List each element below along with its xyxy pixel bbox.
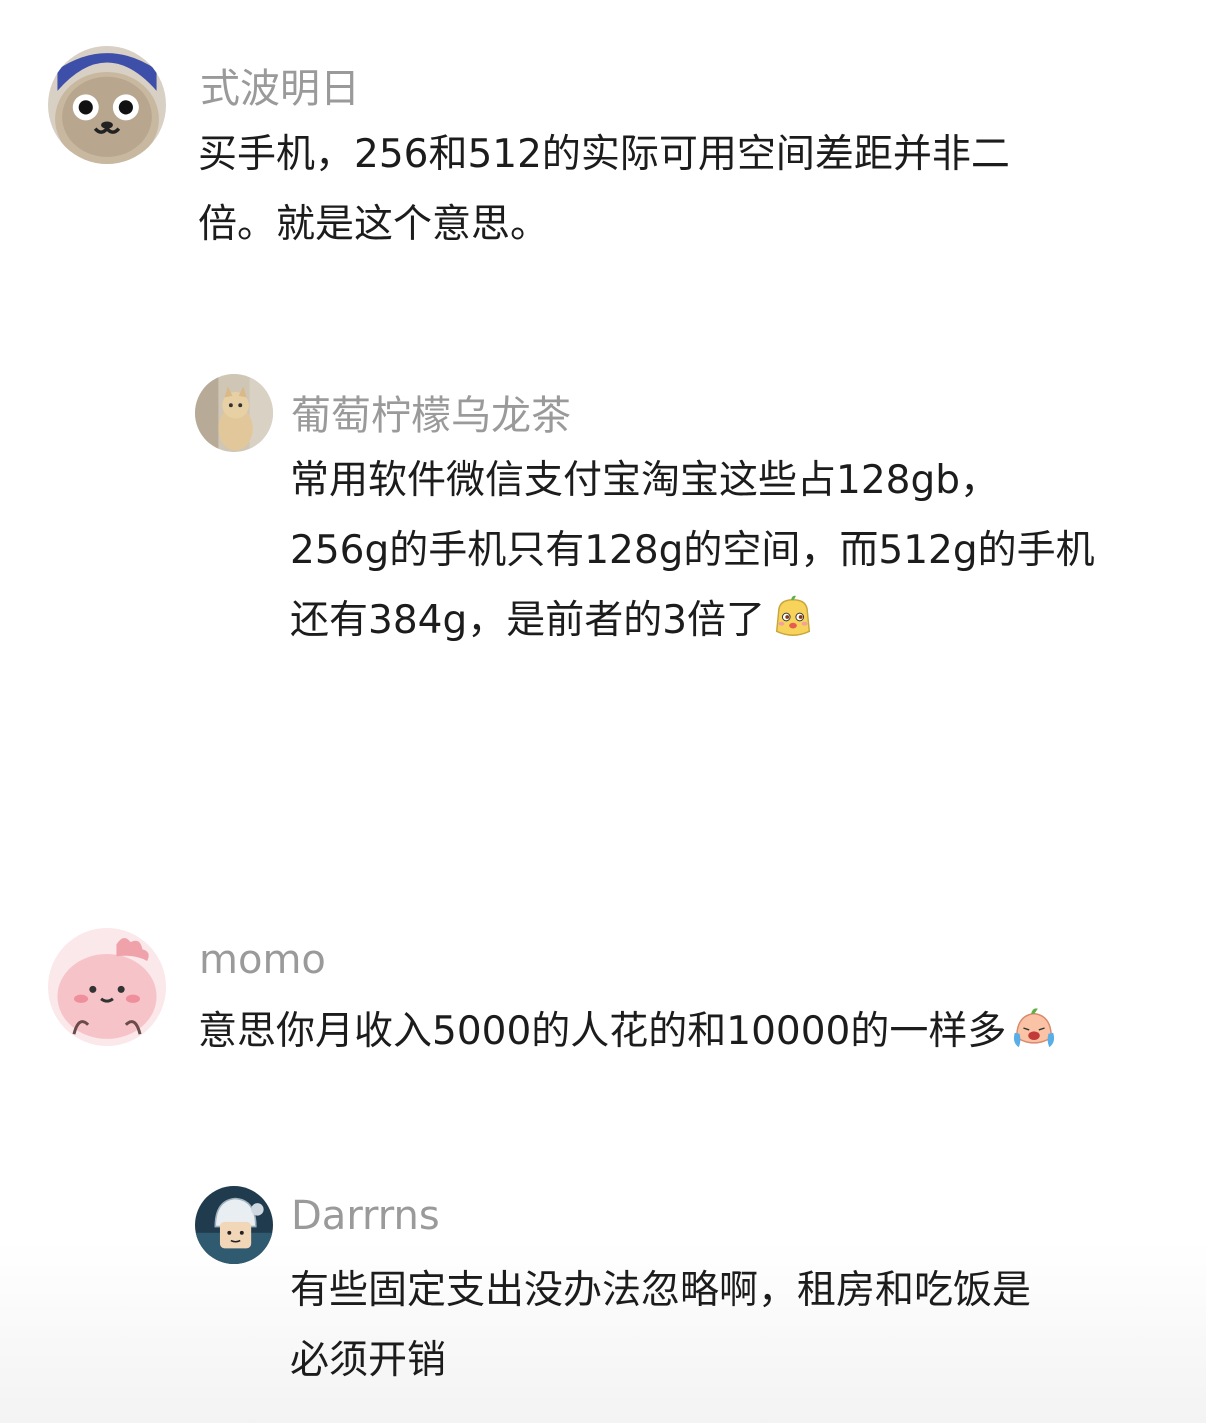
comment-line-text: 还有384g，是前者的3倍了 (290, 598, 766, 643)
comment-text: 常用软件微信支付宝淘宝这些占128gb， 256g的手机只有128g的空间，而5… (290, 446, 1190, 656)
helmet-character-icon (195, 1186, 273, 1264)
pink-blob-icon (48, 928, 166, 1046)
username[interactable]: Darrrns (291, 1193, 440, 1239)
comment-line: 有些固定支出没办法忽略啊，租房和吃饭是 (290, 1268, 1032, 1313)
comment-text: 买手机，256和512的实际可用空间差距并非二 倍。就是这个意思。 (198, 120, 1158, 260)
comment-text: 有些固定支出没办法忽略啊，租房和吃饭是 必须开销 (290, 1256, 1190, 1396)
avatar[interactable] (48, 928, 166, 1046)
crying-face-emoji-icon (1010, 1004, 1058, 1052)
comment-line-text: 意思你月收入5000的人花的和10000的一样多 (198, 1009, 1007, 1054)
comment-line: 买手机，256和512的实际可用空间差距并非二 (198, 132, 1010, 177)
comment-thread: 式波明日 买手机，256和512的实际可用空间差距并非二 倍。就是这个意思。 葡… (0, 0, 1206, 1423)
round-face-creature-icon (48, 46, 166, 164)
comment-line: 意思你月收入5000的人花的和10000的一样多 (198, 997, 1188, 1067)
avatar[interactable] (48, 46, 166, 164)
username[interactable]: momo (199, 937, 326, 983)
comment-line: 倍。就是这个意思。 (198, 202, 550, 247)
smug-dog-emoji-icon (769, 593, 817, 641)
comment-line: 常用软件微信支付宝淘宝这些占128gb， (290, 458, 999, 503)
username[interactable]: 葡萄柠檬乌龙茶 (291, 383, 571, 441)
comment-line: 256g的手机只有128g的空间，而512g的手机 (290, 528, 1095, 573)
username[interactable]: 式波明日 (200, 56, 360, 114)
comment-line: 还有384g，是前者的3倍了 (290, 586, 1190, 656)
avatar[interactable] (195, 374, 273, 452)
comment-text: 意思你月收入5000的人花的和10000的一样多 (198, 997, 1188, 1067)
avatar[interactable] (195, 1186, 273, 1264)
comment-line: 必须开销 (290, 1338, 447, 1383)
cat-photo-icon (195, 374, 273, 452)
